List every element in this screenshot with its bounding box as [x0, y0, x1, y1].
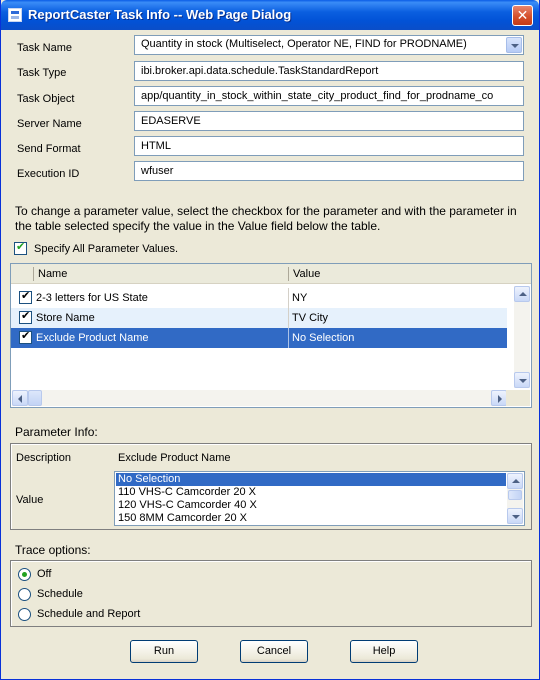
task-type-label: Task Type — [17, 67, 67, 79]
radio-schedule-label: Schedule — [37, 588, 83, 600]
row-value: No Selection — [292, 332, 355, 344]
scroll-down-arrow-icon[interactable] — [514, 372, 530, 388]
column-header-value[interactable]: Value — [293, 268, 320, 280]
table-header: Name Value — [11, 264, 531, 284]
execution-id-label: Execution ID — [17, 168, 80, 180]
table-horizontal-scrollbar[interactable] — [12, 390, 507, 406]
close-button[interactable]: ✕ — [512, 5, 533, 26]
header-divider[interactable] — [33, 267, 34, 281]
radio-off-label: Off — [37, 568, 52, 580]
column-header-name[interactable]: Name — [38, 268, 67, 280]
task-type-field[interactable]: ibi.broker.api.data.schedule.TaskStandar… — [134, 61, 524, 81]
cell-divider — [288, 328, 289, 348]
row-name: 2-3 letters for US State — [36, 292, 148, 304]
dialog-window: ReportCaster Task Info -- Web Page Dialo… — [0, 0, 540, 680]
parameter-info-title: Parameter Info: — [15, 425, 98, 439]
task-name-select[interactable]: Quantity in stock (Multiselect, Operator… — [134, 35, 524, 55]
run-button[interactable]: Run — [130, 640, 198, 663]
cell-divider — [288, 308, 289, 328]
cancel-button[interactable]: Cancel — [240, 640, 308, 663]
table-vertical-scrollbar[interactable] — [514, 286, 530, 388]
dialog-app-icon — [8, 8, 22, 22]
title-bar[interactable]: ReportCaster Task Info -- Web Page Dialo… — [1, 0, 539, 30]
radio-schedule[interactable] — [18, 588, 31, 601]
header-divider[interactable] — [288, 267, 289, 281]
list-item[interactable]: 120 VHS-C Camcorder 40 X — [116, 499, 506, 512]
radio-schedule-and-report-label: Schedule and Report — [37, 608, 141, 620]
list-item[interactable]: 110 VHS-C Camcorder 20 X — [116, 486, 506, 499]
help-button[interactable]: Help — [350, 640, 418, 663]
row-name: Store Name — [36, 312, 95, 324]
task-name-label: Task Name — [17, 42, 73, 54]
scroll-up-arrow-icon[interactable] — [514, 286, 530, 302]
scroll-up-arrow-icon[interactable] — [507, 473, 523, 489]
description-label: Description — [16, 452, 72, 464]
scroll-right-arrow-icon[interactable] — [491, 390, 507, 406]
send-format-label: Send Format — [17, 143, 81, 155]
cell-divider — [288, 288, 289, 308]
window-title: ReportCaster Task Info -- Web Page Dialo… — [28, 7, 292, 22]
specify-all-checkbox[interactable] — [14, 240, 27, 255]
value-label: Value — [16, 494, 44, 506]
row-checkbox[interactable] — [19, 309, 32, 324]
row-name: Exclude Product Name — [36, 332, 149, 344]
scroll-corner — [506, 390, 530, 406]
row-checkbox[interactable] — [19, 329, 32, 344]
scroll-down-arrow-icon[interactable] — [507, 508, 523, 524]
list-item[interactable]: 150 8MM Camcorder 20 X — [116, 512, 506, 525]
instructions-text: To change a parameter value, select the … — [15, 204, 517, 233]
scroll-thumb[interactable] — [28, 390, 42, 406]
row-checkbox[interactable] — [19, 289, 32, 304]
table-row-selected[interactable]: Exclude Product Name No Selection — [11, 328, 507, 348]
radio-schedule-and-report[interactable] — [18, 608, 31, 621]
radio-off[interactable] — [18, 568, 31, 581]
task-object-field[interactable]: app/quantity_in_stock_within_state_city_… — [134, 86, 524, 106]
row-value: TV City — [292, 312, 329, 324]
list-item[interactable]: No Selection — [116, 473, 506, 486]
task-name-selected-value: Quantity in stock (Multiselect, Operator… — [141, 38, 467, 50]
scroll-thumb[interactable] — [508, 490, 522, 500]
row-value: NY — [292, 292, 308, 304]
trace-options-title: Trace options: — [15, 543, 91, 557]
execution-id-field[interactable]: wfuser — [134, 161, 524, 181]
listbox-scrollbar[interactable] — [507, 473, 523, 524]
description-value: Exclude Product Name — [118, 452, 231, 464]
task-object-label: Task Object — [17, 93, 75, 105]
server-name-label: Server Name — [17, 118, 82, 130]
send-format-field[interactable]: HTML — [134, 136, 524, 156]
specify-all-label: Specify All Parameter Values. — [34, 243, 179, 255]
value-listbox[interactable]: No Selection 110 VHS-C Camcorder 20 X 12… — [114, 471, 525, 526]
chevron-down-icon[interactable] — [506, 37, 522, 53]
scroll-left-arrow-icon[interactable] — [12, 390, 28, 406]
table-row[interactable]: 2-3 letters for US State NY — [11, 288, 507, 308]
table-row[interactable]: Store Name TV City — [11, 308, 507, 328]
parameters-table: Name Value 2-3 letters for US State NY S… — [10, 263, 532, 408]
server-name-field[interactable]: EDASERVE — [134, 111, 524, 131]
